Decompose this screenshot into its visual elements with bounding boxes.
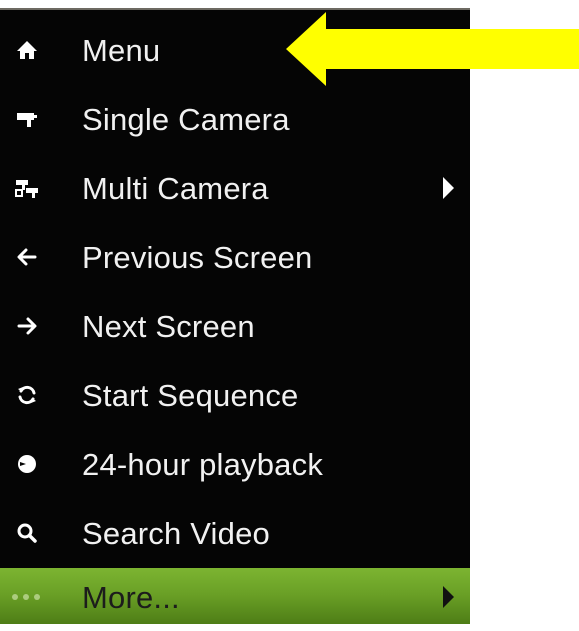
menu-item-label: Previous Screen: [82, 239, 313, 275]
menu-item-label: Search Video: [82, 515, 270, 551]
menu-item-single-camera[interactable]: Single Camera: [0, 87, 470, 151]
menu-item-multi-camera[interactable]: Multi Camera: [0, 156, 470, 220]
menu-item-label: Next Screen: [82, 308, 255, 344]
menu-item-label: Menu: [82, 32, 161, 68]
menu-item-more[interactable]: More...: [0, 568, 470, 624]
menu-item-label: More...: [82, 579, 180, 615]
submenu-arrow-icon: [443, 586, 454, 608]
home-icon: [12, 35, 42, 65]
callout-arrow-icon: [286, 12, 579, 86]
menu-item-previous-screen[interactable]: Previous Screen: [0, 225, 470, 289]
menu-item-search-video[interactable]: Search Video: [0, 501, 470, 565]
menu-item-label: Start Sequence: [82, 377, 299, 413]
menu-item-label: 24-hour playback: [82, 446, 324, 482]
more-dots-icon: [12, 594, 40, 600]
search-icon: [12, 518, 42, 548]
submenu-arrow-icon: [443, 177, 454, 199]
camera-icon: [12, 104, 42, 134]
playback-icon: [12, 449, 42, 479]
menu-item-label: Single Camera: [82, 101, 290, 137]
menu-item-next-screen[interactable]: Next Screen: [0, 294, 470, 358]
menu-item-start-sequence[interactable]: Start Sequence: [0, 363, 470, 427]
menu-item-label: Multi Camera: [82, 170, 269, 206]
menu-item-24-hour-playback[interactable]: 24-hour playback: [0, 432, 470, 496]
arrow-left-icon: [12, 242, 42, 272]
multi-camera-icon: [12, 173, 42, 203]
context-menu: Menu Single Camera Multi Camera Previous…: [0, 8, 470, 624]
refresh-icon: [12, 380, 42, 410]
arrow-right-icon: [12, 311, 42, 341]
